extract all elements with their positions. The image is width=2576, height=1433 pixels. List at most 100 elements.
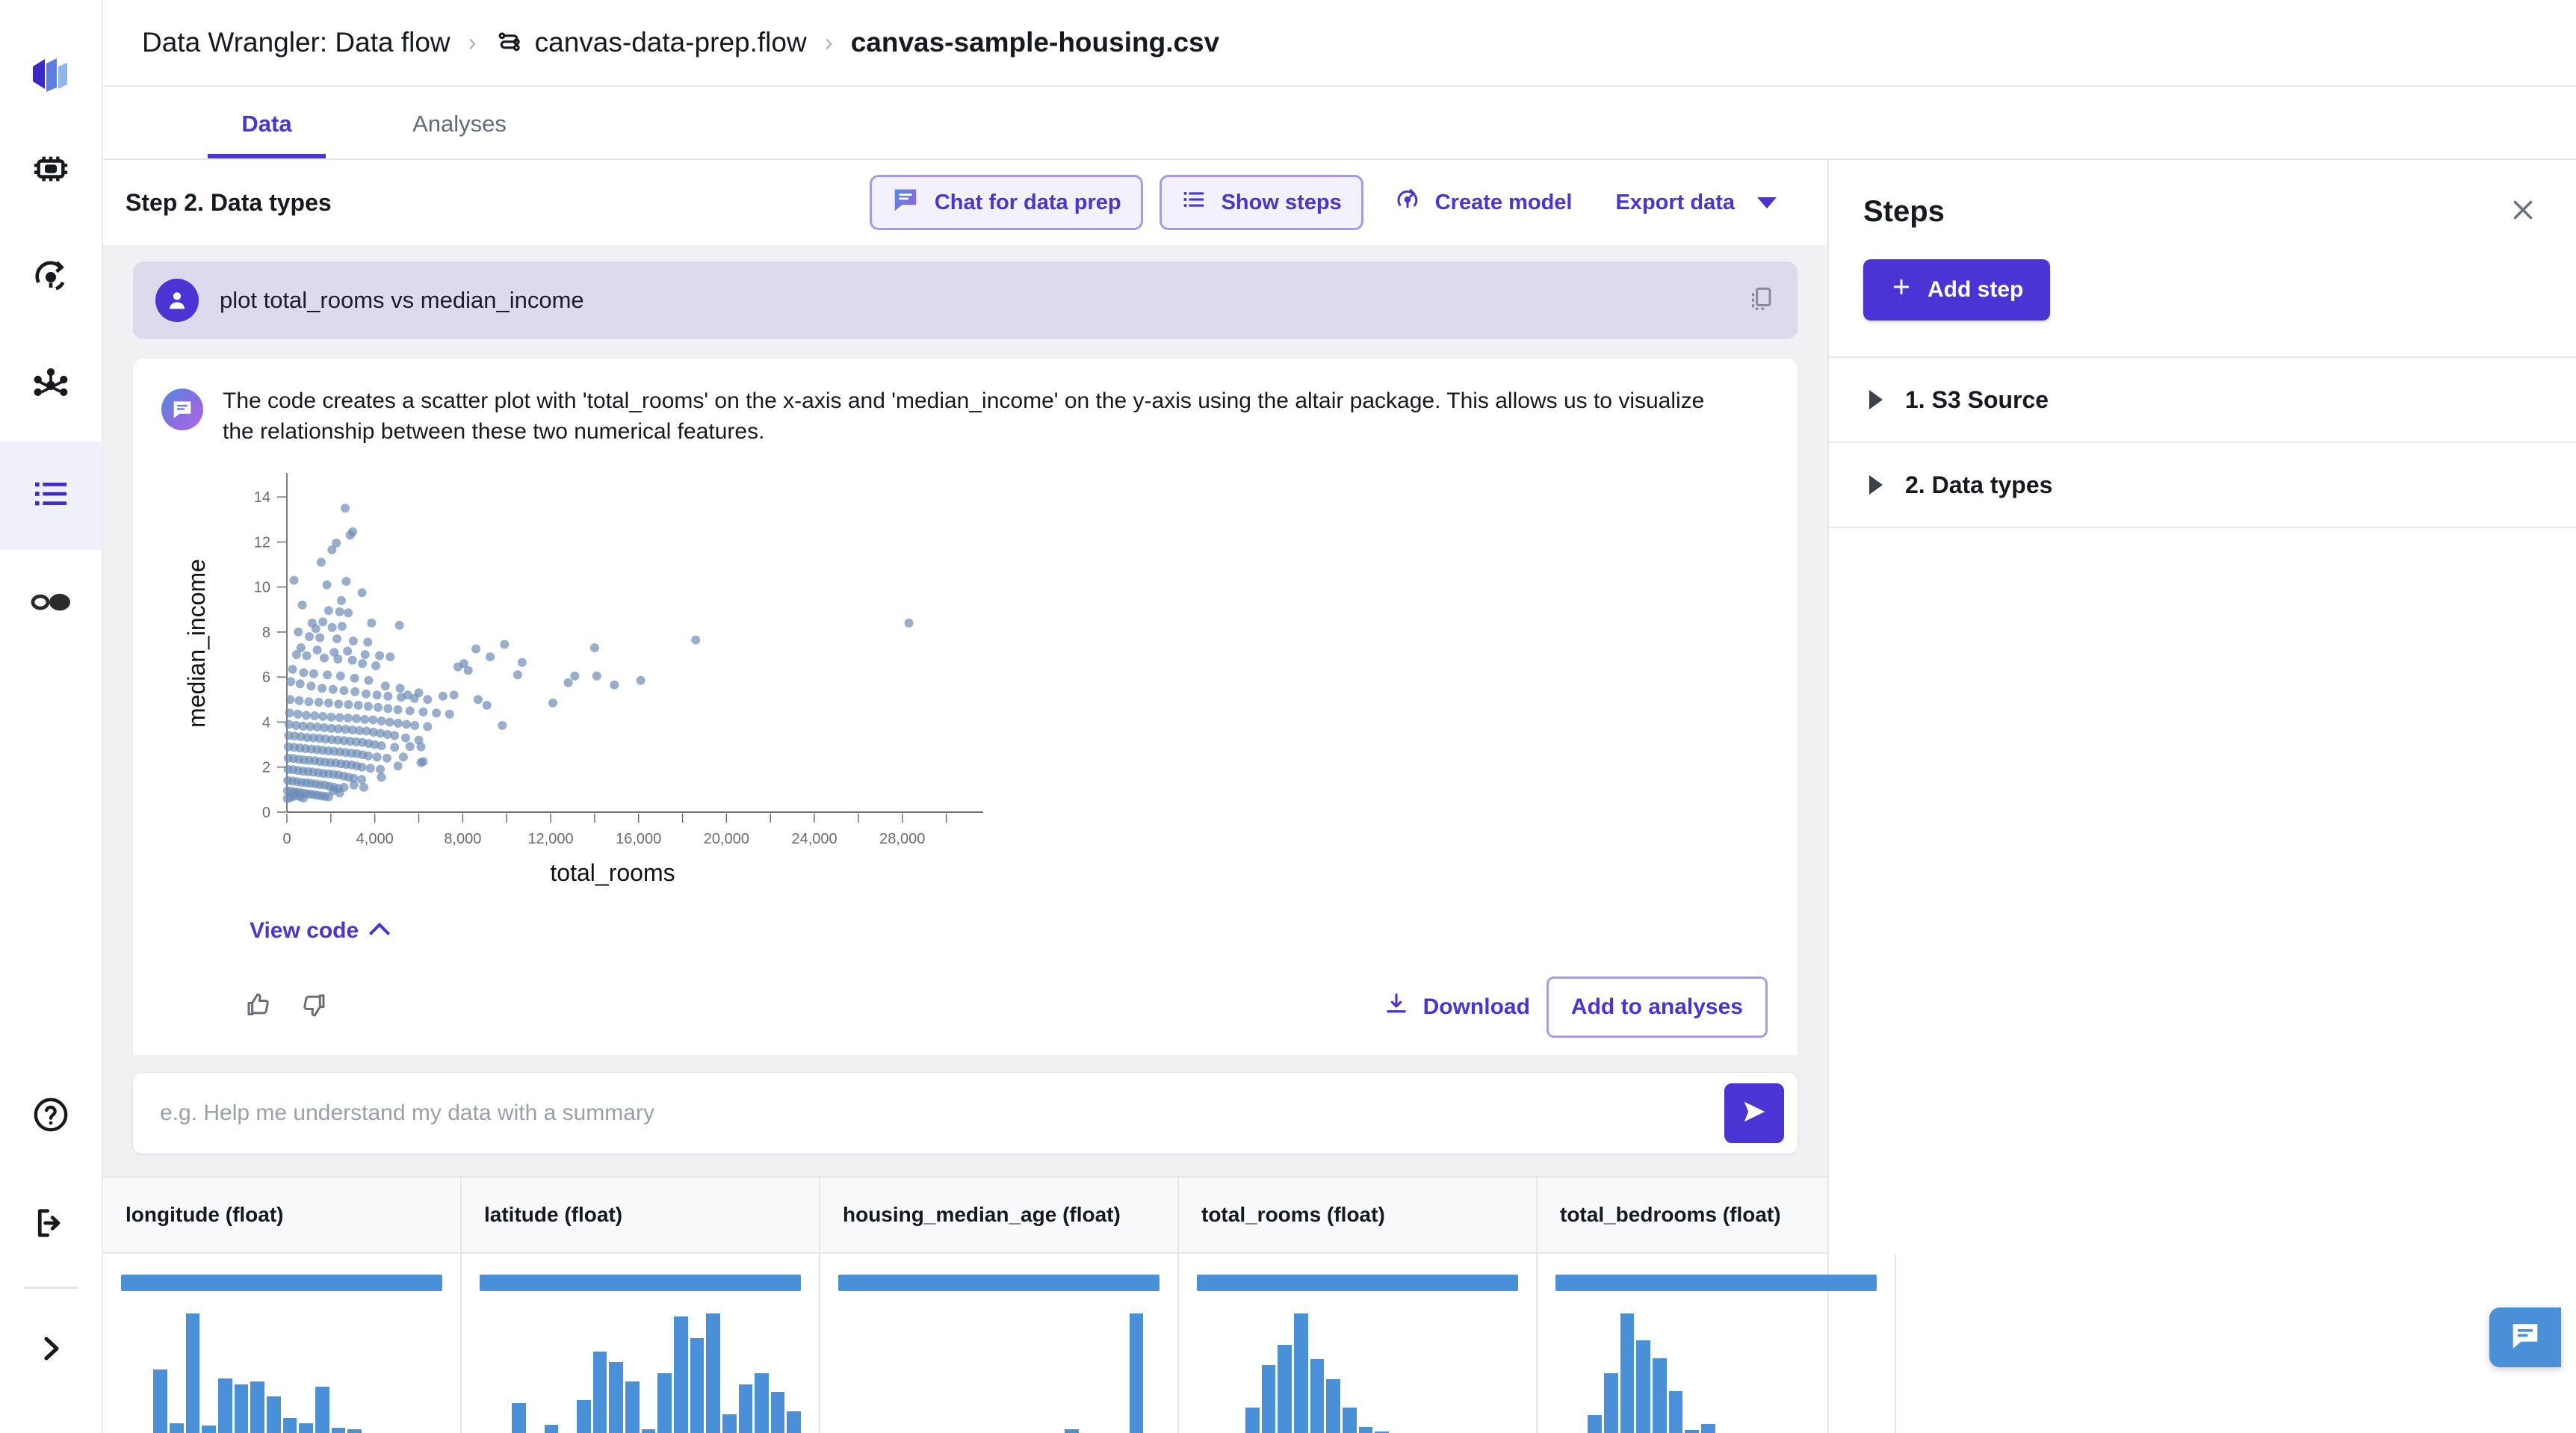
table-column-summary: [103, 1254, 462, 1433]
thumbs-down-icon[interactable]: [299, 990, 329, 1024]
sagemaker-logo-icon[interactable]: [0, 34, 102, 117]
prompt-row: [103, 1055, 1827, 1176]
histogram-bar: [722, 1414, 737, 1433]
histogram-bar: [512, 1403, 526, 1433]
histogram-bar: [1636, 1340, 1650, 1433]
histogram-bar: [673, 1316, 688, 1433]
step-item-s3-source[interactable]: 1. S3 Source: [1829, 358, 2576, 443]
show-steps-button[interactable]: Show steps: [1159, 175, 1363, 230]
chat-for-data-prep-label: Chat for data prep: [934, 190, 1121, 214]
content-row: Step 2. Data types Chat for data prep Sh…: [103, 160, 2576, 1433]
user-message: plot total_rooms vs median_income: [133, 261, 1798, 339]
view-code-toggle[interactable]: View code: [161, 909, 1768, 944]
user-avatar-icon: [155, 279, 199, 322]
histogram-bar: [1668, 1391, 1683, 1433]
chip-icon: [30, 148, 72, 194]
export-data-button[interactable]: Export data: [1602, 191, 1790, 215]
histogram-bar: [169, 1423, 184, 1433]
breadcrumb-separator-2: ›: [824, 28, 833, 56]
assistant-message-card: The code creates a scatter plot with 'to…: [133, 359, 1798, 1055]
assistant-right-actions: Download Add to analyses: [1383, 976, 1768, 1038]
histogram-bar: [347, 1429, 362, 1433]
sidebar-item-deploy[interactable]: [0, 225, 102, 333]
rail-divider: [24, 1287, 78, 1289]
histogram-bar: [592, 1351, 607, 1433]
y-tick-label: 0: [262, 805, 270, 821]
histogram-bar: [1685, 1430, 1699, 1433]
copy-icon[interactable]: [1747, 285, 1775, 317]
table-column-header[interactable]: longitude (float): [103, 1177, 462, 1252]
histogram-bar: [266, 1396, 281, 1433]
prompt-input[interactable]: [160, 1101, 1724, 1126]
x-tick-label: 28,000: [879, 831, 925, 847]
sidebar-item-data-flow[interactable]: [0, 442, 102, 550]
breadcrumb-flow[interactable]: canvas-data-prep.flow: [535, 27, 807, 58]
valid-ratio-bar: [480, 1275, 801, 1291]
column-histogram: [1197, 1313, 1518, 1433]
histogram-bar: [576, 1400, 591, 1433]
breadcrumb-root[interactable]: Data Wrangler: Data flow: [142, 27, 451, 58]
table-column-header[interactable]: housing_median_age (float): [820, 1177, 1179, 1252]
histogram-bar: [1588, 1415, 1602, 1433]
table-column-header[interactable]: latitude (float): [462, 1177, 820, 1252]
chat-bubble-icon: [2508, 1319, 2542, 1357]
histogram-bar: [609, 1362, 623, 1433]
sidebar-item-chip[interactable]: [0, 117, 102, 225]
tab-analyses[interactable]: Analyses: [400, 111, 518, 158]
thumbs-up-icon[interactable]: [244, 990, 273, 1024]
histogram-bar: [331, 1428, 346, 1433]
add-step-button[interactable]: Add step: [1863, 259, 2051, 321]
sidebar-item-logout[interactable]: [0, 1171, 102, 1279]
histogram-bar: [234, 1384, 249, 1433]
y-tick-label: 8: [262, 625, 270, 641]
prompt-box: [133, 1073, 1798, 1154]
histogram-bar: [1652, 1358, 1667, 1433]
chat-bubble-icon: [891, 185, 920, 220]
plus-icon: [1890, 276, 1913, 304]
sidebar-item-toggle[interactable]: [0, 550, 102, 658]
chevron-up-icon: [369, 922, 391, 944]
send-button[interactable]: [1724, 1083, 1784, 1143]
breadcrumb-file: canvas-sample-housing.csv: [850, 27, 1220, 58]
histogram-bar: [625, 1381, 640, 1433]
step-item-data-types[interactable]: 2. Data types: [1829, 443, 2576, 528]
x-tick-label: 20,000: [704, 831, 749, 847]
page-title: Step 2. Data types: [126, 188, 332, 216]
steps-panel: Steps Add step 1. S3 Source 2. Data type…: [1829, 160, 2576, 1433]
x-tick-label: 8,000: [444, 831, 481, 847]
add-step-wrap: Add step: [1829, 229, 2576, 358]
flow-nodes-icon: [495, 28, 524, 58]
sidebar-expand-button[interactable]: [0, 1296, 102, 1405]
histogram-bar: [770, 1392, 785, 1433]
column-histogram: [838, 1313, 1159, 1433]
table-column-summary: [1538, 1254, 1896, 1433]
sidebar-item-help[interactable]: [0, 1062, 102, 1171]
close-icon[interactable]: [2507, 194, 2539, 229]
table-column-header[interactable]: total_rooms (float): [1179, 1177, 1538, 1252]
table-header-row: longitude (float) latitude (float) housing…: [103, 1177, 1896, 1254]
x-tick-label: 12,000: [527, 831, 573, 847]
histogram-bar: [1326, 1378, 1340, 1433]
chat-for-data-prep-button[interactable]: Chat for data prep: [869, 175, 1143, 230]
x-axis-title: total_rooms: [550, 859, 675, 886]
steps-title: Steps: [1863, 195, 1945, 228]
tab-data[interactable]: Data: [208, 111, 326, 158]
y-tick-label: 14: [254, 489, 270, 506]
histogram-bar: [250, 1381, 264, 1433]
histogram-bar: [153, 1369, 167, 1433]
breadcrumb-bar: Data Wrangler: Data flow › canvas-data-p…: [103, 0, 2576, 87]
sidebar-item-pipeline[interactable]: [0, 333, 102, 442]
y-tick-label: 12: [254, 534, 270, 551]
column-histogram: [121, 1313, 442, 1433]
histogram-bar: [1310, 1358, 1325, 1433]
feedback-chat-fab[interactable]: [2489, 1307, 2561, 1367]
create-model-button[interactable]: Create model: [1380, 185, 1586, 220]
download-button[interactable]: Download: [1383, 991, 1530, 1024]
step-item-label: 2. Data types: [1905, 471, 2053, 498]
add-to-analyses-button[interactable]: Add to analyses: [1546, 976, 1768, 1038]
histogram-bar: [315, 1386, 329, 1433]
assistant-message-text: The code creates a scatter plot with 'to…: [223, 389, 1705, 445]
histogram-bar: [1293, 1313, 1308, 1433]
triangle-right-icon: [1869, 390, 1883, 409]
y-tick-label: 4: [262, 714, 270, 731]
